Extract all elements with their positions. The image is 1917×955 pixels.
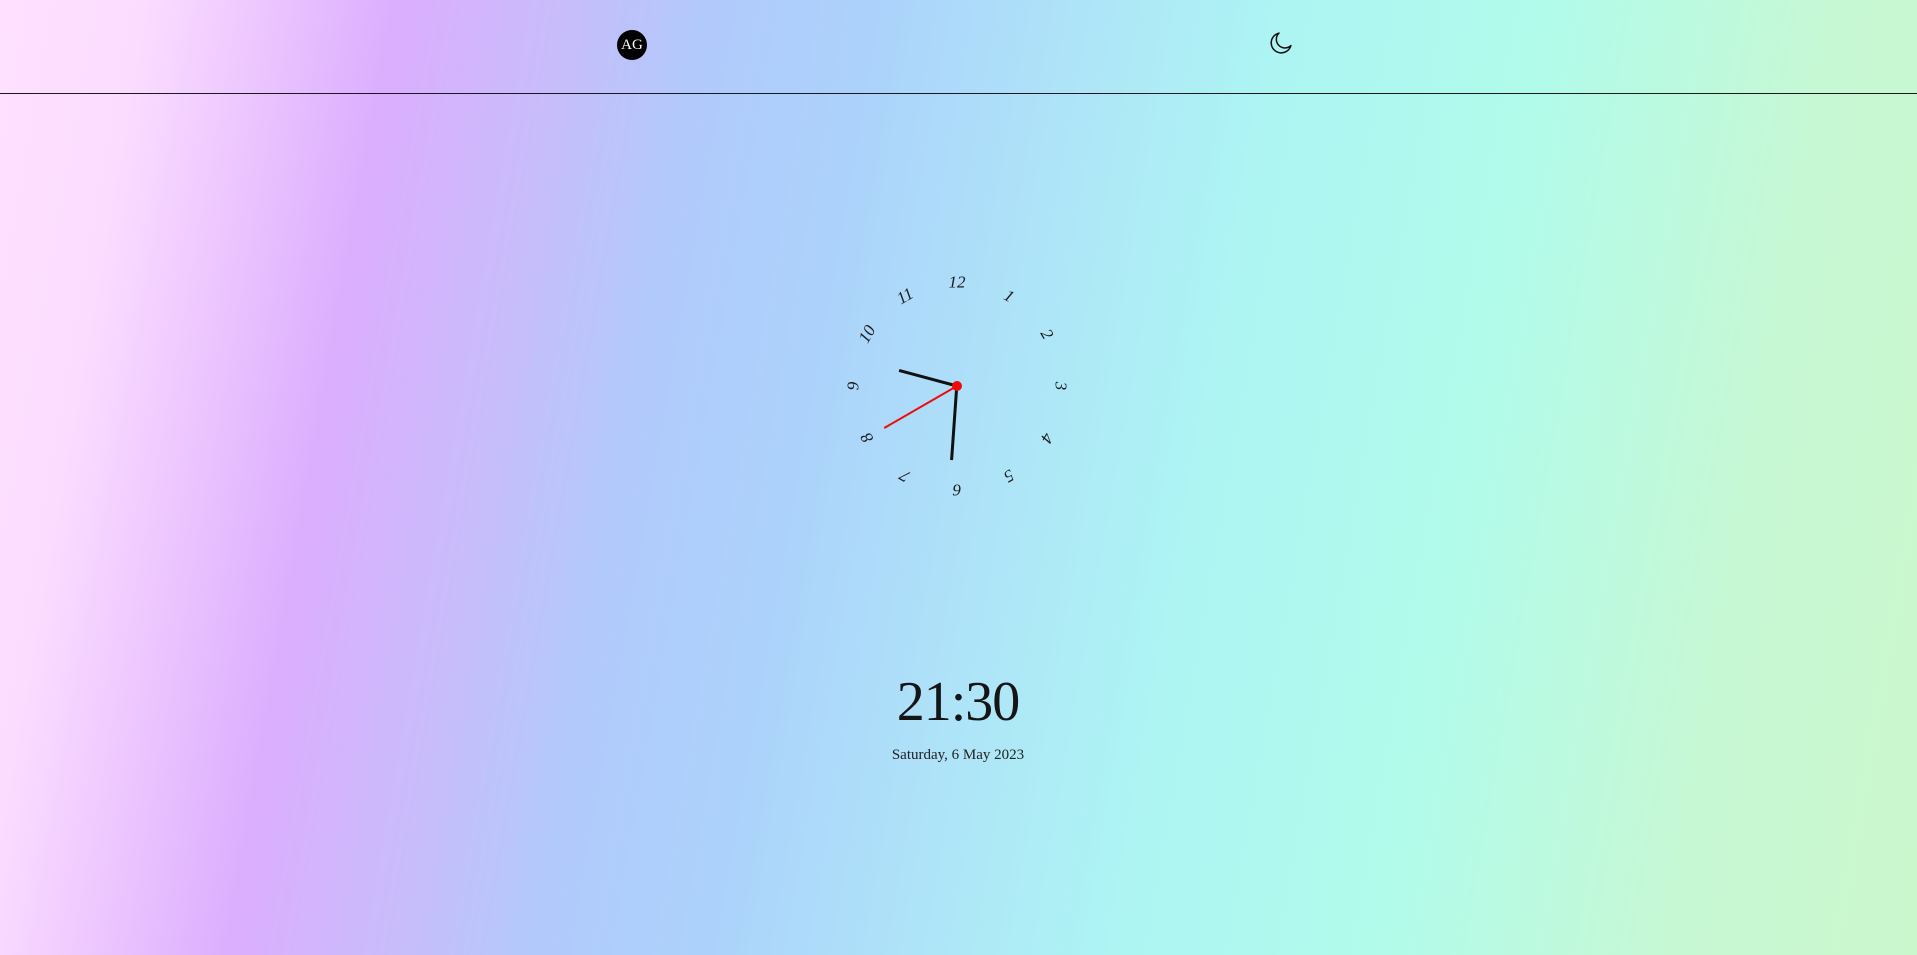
clock-number-8: 8 xyxy=(856,429,878,447)
top-bar: AG xyxy=(0,0,1917,94)
clock-number-3: 3 xyxy=(1051,381,1071,391)
clock-number-12: 12 xyxy=(948,272,966,292)
digital-date: Saturday, 6 May 2023 xyxy=(891,747,1025,763)
clock-number-11: 11 xyxy=(893,283,917,309)
clock-number-9: 9 xyxy=(843,381,863,391)
clock-number-6: 6 xyxy=(952,480,962,500)
moon-icon xyxy=(1270,32,1292,54)
avatar[interactable]: AG xyxy=(617,30,647,60)
clock-number-5: 5 xyxy=(1000,465,1018,487)
hour-hand xyxy=(898,369,958,388)
clock-number-7: 7 xyxy=(896,465,914,487)
clock-number-10: 10 xyxy=(854,321,880,347)
clock-center-dot xyxy=(952,381,962,391)
clock-number-2: 2 xyxy=(1036,325,1058,343)
second-hand xyxy=(883,385,958,429)
minute-hand xyxy=(950,385,959,460)
clock-number-1: 1 xyxy=(1000,285,1018,307)
digital-time: 21:30 xyxy=(896,671,1021,733)
clock-number-4: 4 xyxy=(1036,429,1058,447)
theme-toggle-button[interactable] xyxy=(1267,29,1297,59)
